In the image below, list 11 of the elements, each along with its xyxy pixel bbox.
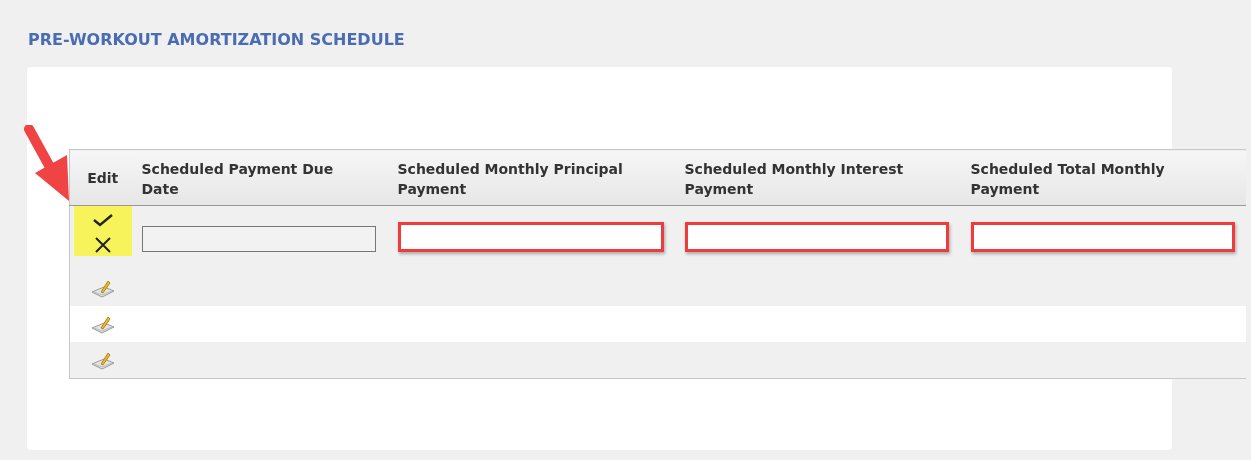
- column-header: Edit: [69, 149, 136, 206]
- column-header: Scheduled Payment Due Date: [135, 149, 392, 206]
- section-title: PRE-WORKOUT AMORTIZATION SCHEDULE: [28, 30, 405, 49]
- cancel-icon[interactable]: [93, 236, 112, 254]
- input-field[interactable]: [970, 222, 1235, 252]
- save-check-icon[interactable]: [91, 212, 114, 228]
- column-header: Scheduled Monthly Principal Payment: [391, 149, 679, 206]
- input-field[interactable]: [684, 222, 949, 252]
- column-header: Scheduled Total Monthly Payment: [964, 149, 1246, 206]
- input-field[interactable]: [397, 222, 664, 252]
- column-header: Scheduled Monthly Interest Payment: [678, 149, 965, 206]
